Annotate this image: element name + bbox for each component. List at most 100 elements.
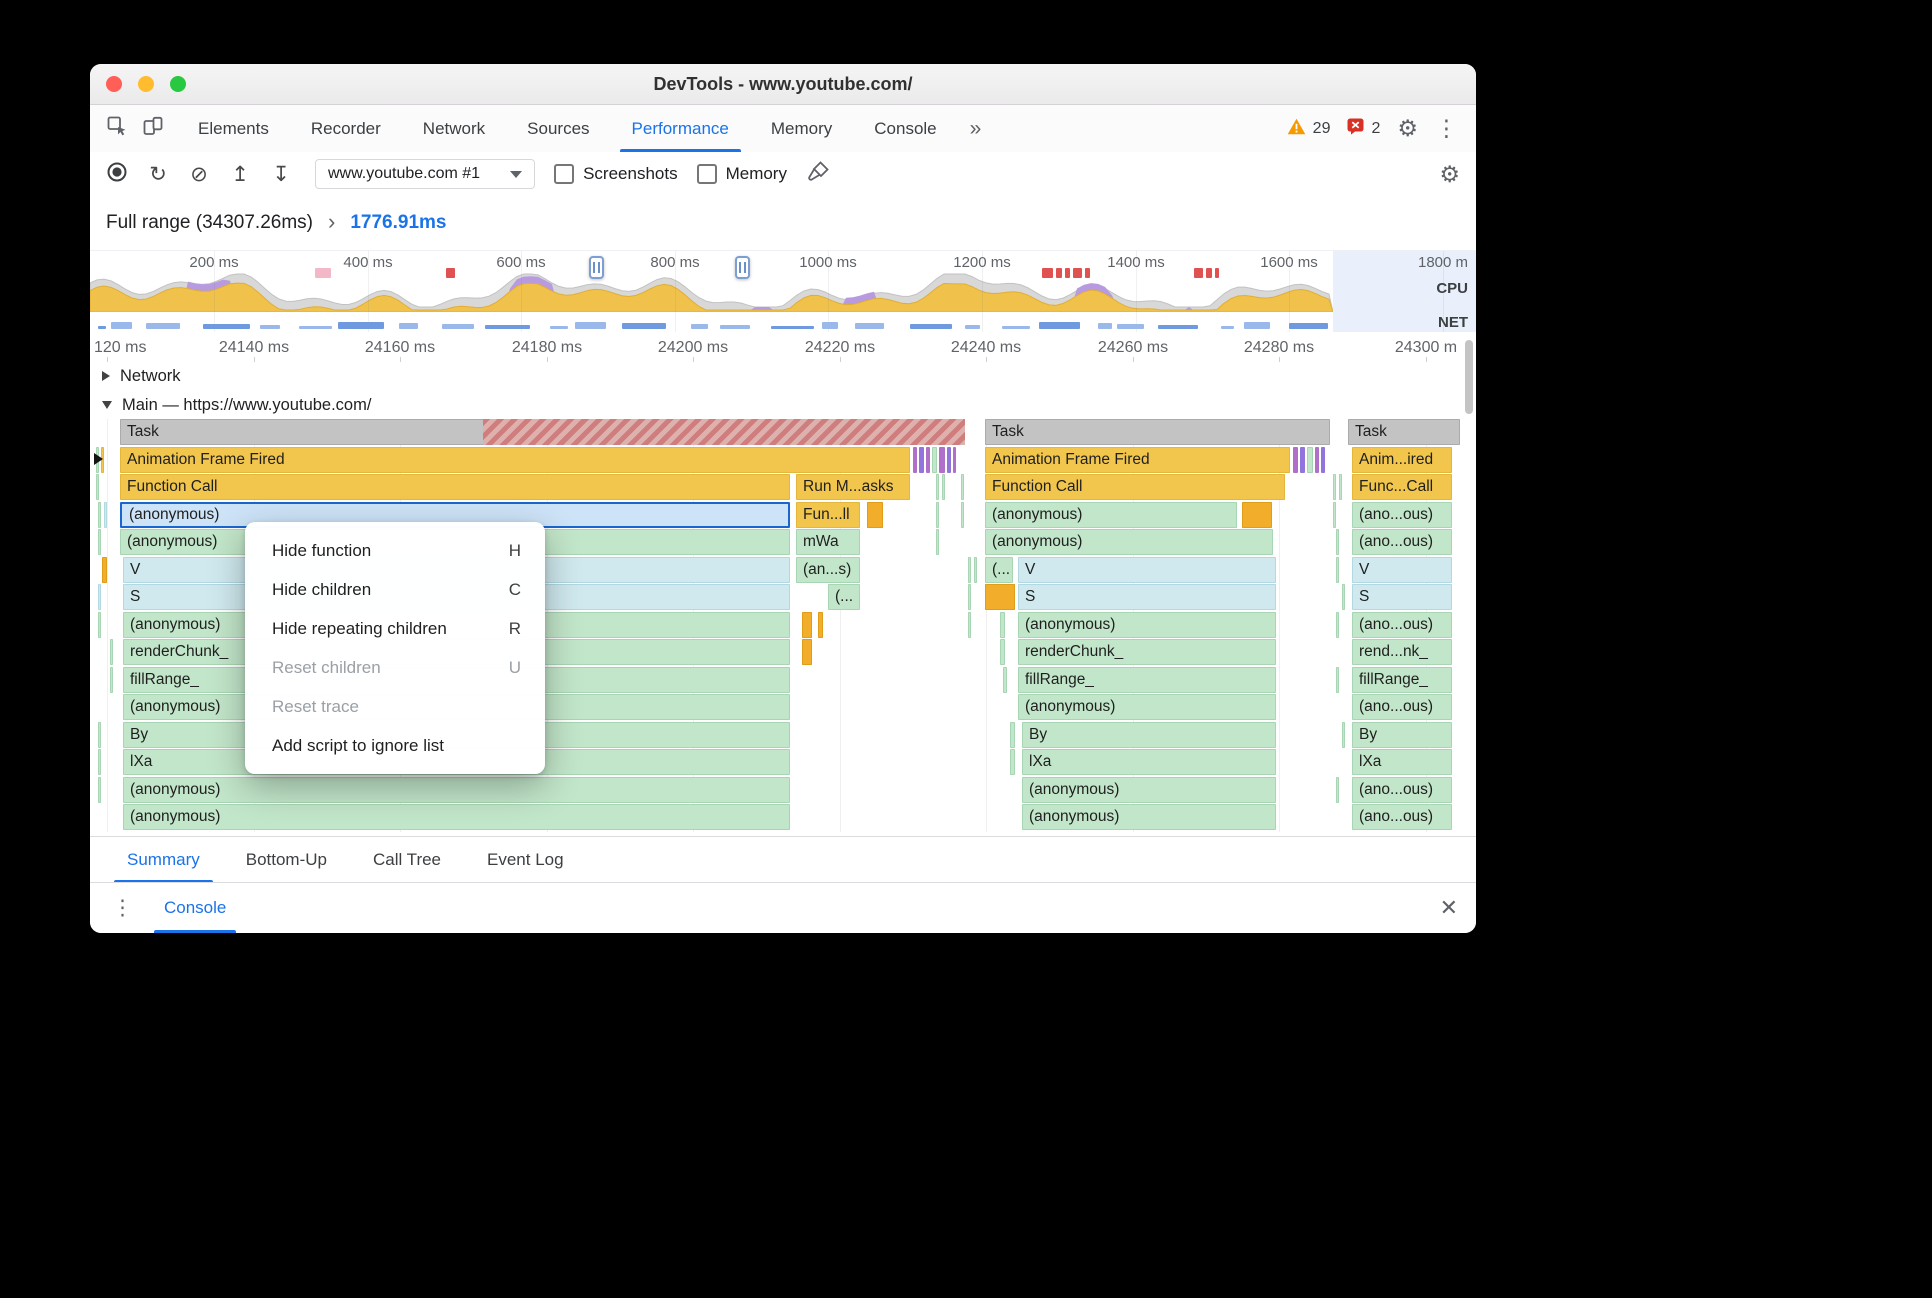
flame-bar-fragment[interactable]: [1333, 474, 1336, 500]
flame-bar-anim-ired[interactable]: Anim...ired: [1352, 447, 1452, 473]
flame-bar-ano-ous[interactable]: (ano...ous): [1352, 777, 1452, 803]
flame-bar-fragment[interactable]: [1242, 502, 1272, 528]
range-handle-left[interactable]: [589, 256, 604, 279]
scrollbar-thumb[interactable]: [1465, 340, 1473, 414]
flame-bar-s[interactable]: S: [1018, 584, 1276, 610]
flame-bar-fragment[interactable]: [961, 502, 964, 528]
flame-bar-task[interactable]: Task: [1348, 419, 1460, 445]
flame-bar-fragment[interactable]: [926, 447, 930, 473]
flame-bar-fragment[interactable]: [913, 447, 917, 473]
flame-bar-fragment[interactable]: [974, 557, 977, 583]
flame-chart-scrollbar[interactable]: [1464, 334, 1474, 832]
flame-bar-fragment[interactable]: [919, 447, 924, 473]
details-tab-event-log[interactable]: Event Log: [464, 837, 587, 883]
capture-settings-gear-icon[interactable]: ⚙: [1439, 162, 1460, 186]
flame-bar-task[interactable]: Task: [985, 419, 1330, 445]
flame-bar-fragment[interactable]: [867, 502, 883, 528]
flame-bar-lxa[interactable]: lXa: [1352, 749, 1452, 775]
flame-bar-v[interactable]: V: [1018, 557, 1276, 583]
load-profile-button[interactable]: ↥: [229, 164, 251, 185]
flame-bar-fragment[interactable]: [818, 612, 823, 638]
flame-bar-fragment[interactable]: [968, 612, 971, 638]
flame-bar-fragment[interactable]: [1339, 474, 1342, 500]
range-handle-right[interactable]: [735, 256, 750, 279]
flame-bar-anonymous[interactable]: (anonymous): [123, 777, 790, 803]
flame-bar-fragment[interactable]: [1293, 447, 1298, 473]
flame-bar-by[interactable]: By: [1352, 722, 1452, 748]
flame-bar-fragment[interactable]: [936, 529, 939, 555]
flame-bar-fragment[interactable]: [104, 502, 107, 528]
memory-checkbox-box[interactable]: [696, 164, 717, 184]
screenshots-checkbox-box[interactable]: [554, 164, 575, 184]
tab-sources[interactable]: Sources: [506, 105, 610, 152]
save-profile-button[interactable]: ↧: [270, 164, 292, 185]
menu-item-hide-repeating-children[interactable]: Hide repeating children R: [245, 609, 545, 648]
breadcrumb-full-range[interactable]: Full range (34307.26ms): [106, 212, 313, 234]
flame-bar-anonymous[interactable]: (anonymous): [985, 502, 1237, 528]
flame-bar-fragment[interactable]: [947, 447, 951, 473]
flame-bar-animation-frame-fired[interactable]: Animation Frame Fired: [985, 447, 1290, 473]
close-window-button[interactable]: [106, 76, 122, 92]
flame-bar-animation-frame-fired[interactable]: Animation Frame Fired: [120, 447, 910, 473]
flame-bar-fragment[interactable]: [1336, 612, 1339, 638]
flame-bar-fragment[interactable]: [939, 447, 945, 473]
flame-bar-fragment[interactable]: [98, 749, 101, 775]
flame-bar-fragment[interactable]: [968, 557, 971, 583]
flame-bar-fragment[interactable]: [985, 584, 1015, 610]
flame-bar-v[interactable]: V: [1352, 557, 1452, 583]
flame-bar-fragment[interactable]: [98, 612, 101, 638]
flame-bar-fragment[interactable]: [1336, 557, 1339, 583]
flame-bar-fragment[interactable]: [1000, 612, 1005, 638]
details-tab-call-tree[interactable]: Call Tree: [350, 837, 464, 883]
flame-bar-fragment[interactable]: [96, 474, 99, 500]
flame-bar-fragment[interactable]: [1333, 502, 1336, 528]
flame-bar-anonymous[interactable]: (anonymous): [1018, 612, 1276, 638]
flame-bar-mwa[interactable]: mWa: [796, 529, 860, 555]
drawer-close-icon[interactable]: ✕: [1440, 895, 1458, 921]
menu-item-hide-function[interactable]: Hide function H: [245, 531, 545, 570]
flame-bar-fragment[interactable]: [1315, 447, 1319, 473]
details-tab-summary[interactable]: Summary: [104, 837, 223, 883]
flame-bar-fragment[interactable]: [1003, 667, 1007, 693]
details-tab-bottom-up[interactable]: Bottom-Up: [223, 837, 350, 883]
flame-bar-fragment[interactable]: [968, 584, 971, 610]
flame-bar-func-call[interactable]: Func...Call: [1352, 474, 1452, 500]
flame-bar-fragment[interactable]: [936, 502, 939, 528]
tab-console[interactable]: Console: [853, 105, 957, 152]
flame-bar-item[interactable]: (...: [985, 557, 1013, 583]
timeline-overview[interactable]: CPU NET 200 ms 400 ms 600 ms 800 ms 1000 ms 1…: [90, 250, 1476, 334]
flame-bar-an-s[interactable]: (an...s): [796, 557, 860, 583]
flame-bar-fragment[interactable]: [802, 639, 812, 665]
flame-bar-fragment[interactable]: [1336, 529, 1339, 555]
flame-bar-fragment[interactable]: [932, 447, 937, 473]
flame-bar-fragment[interactable]: [1336, 667, 1339, 693]
tab-recorder[interactable]: Recorder: [290, 105, 402, 152]
reload-and-record-button[interactable]: ↻: [147, 164, 169, 185]
flame-bar-ano-ous[interactable]: (ano...ous): [1352, 502, 1452, 528]
flame-bar-ano-ous[interactable]: (ano...ous): [1352, 529, 1452, 555]
flame-bar-fillrange[interactable]: fillRange_: [1352, 667, 1452, 693]
flame-bar-fragment[interactable]: [961, 474, 964, 500]
main-track-header[interactable]: Main — https://www.youtube.com/: [90, 391, 1476, 419]
drawer-menu-kebab-icon[interactable]: ⋮: [112, 896, 133, 921]
flame-bar-fun-ll[interactable]: Fun...ll: [796, 502, 860, 528]
clear-recording-button[interactable]: ⊘: [188, 164, 210, 185]
flame-bar-fragment[interactable]: [953, 447, 956, 473]
errors-indicator[interactable]: 2: [1347, 118, 1380, 140]
minimize-window-button[interactable]: [138, 76, 154, 92]
breadcrumb-selection[interactable]: 1776.91ms: [350, 212, 446, 234]
network-track-header[interactable]: Network: [90, 362, 1476, 390]
inspect-element-icon[interactable]: [105, 114, 129, 143]
zoom-window-button[interactable]: [170, 76, 186, 92]
flame-bar-function-call[interactable]: Function Call: [120, 474, 790, 500]
tab-memory[interactable]: Memory: [750, 105, 853, 152]
flame-bar-fragment[interactable]: [98, 777, 101, 803]
flame-bar-run-m-asks[interactable]: Run M...asks: [796, 474, 910, 500]
warnings-indicator[interactable]: 29: [1287, 118, 1330, 140]
menu-item-hide-children[interactable]: Hide children C: [245, 570, 545, 609]
flame-bar-anonymous[interactable]: (anonymous): [1022, 777, 1276, 803]
screenshots-checkbox[interactable]: Screenshots: [554, 164, 678, 184]
flame-bar-ano-ous[interactable]: (ano...ous): [1352, 694, 1452, 720]
collapsed-triangle-icon[interactable]: [102, 371, 110, 381]
flame-bar-fragment[interactable]: [98, 502, 101, 528]
